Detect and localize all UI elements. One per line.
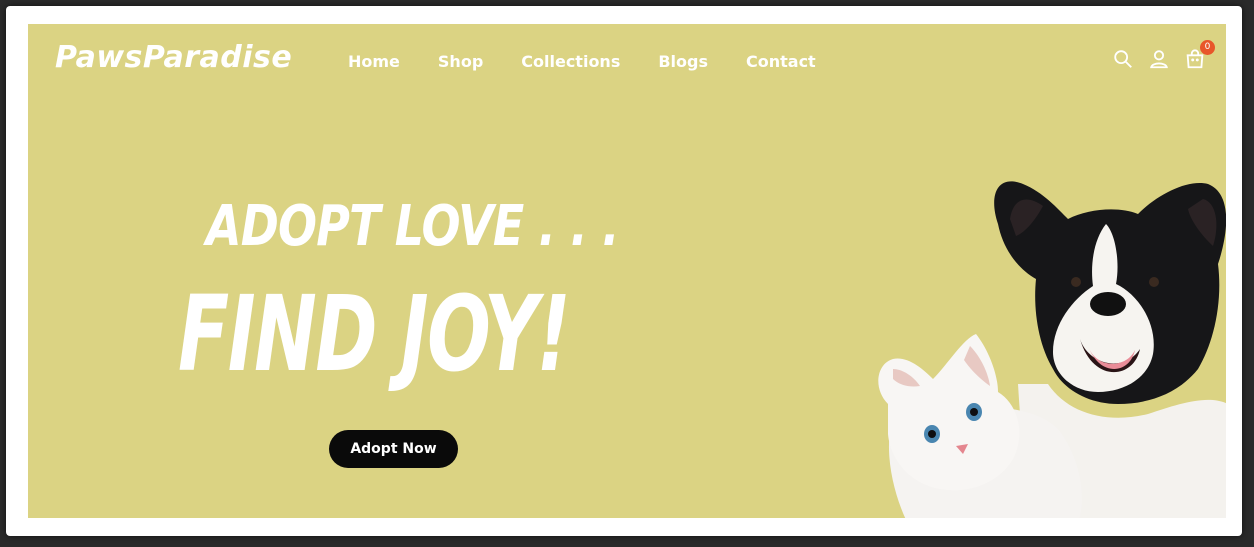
nav-home[interactable]: Home — [348, 52, 400, 71]
header-icons: 0 — [1112, 40, 1215, 70]
adopt-now-button[interactable]: Adopt Now — [329, 430, 458, 468]
main-nav: Home Shop Collections Blogs Contact — [348, 52, 854, 71]
cart-icon[interactable]: 0 — [1184, 40, 1215, 70]
screenshot-frame: PawsParadise Home Shop Collections Blogs… — [6, 6, 1242, 536]
nav-contact[interactable]: Contact — [746, 52, 816, 71]
cart-count-badge: 0 — [1200, 40, 1215, 55]
hero-banner: PawsParadise Home Shop Collections Blogs… — [28, 24, 1226, 518]
nav-shop[interactable]: Shop — [438, 52, 483, 71]
search-icon[interactable] — [1112, 48, 1134, 70]
dog-and-cat-image — [878, 181, 1226, 518]
user-icon[interactable] — [1148, 48, 1170, 70]
nav-blogs[interactable]: Blogs — [658, 52, 708, 71]
hero-headline-secondary: FIND JOY! — [178, 273, 571, 395]
site-logo[interactable]: PawsParadise — [55, 40, 292, 75]
nav-collections[interactable]: Collections — [521, 52, 620, 71]
hero-headline-primary: ADOPT LOVE . . . — [206, 194, 620, 259]
